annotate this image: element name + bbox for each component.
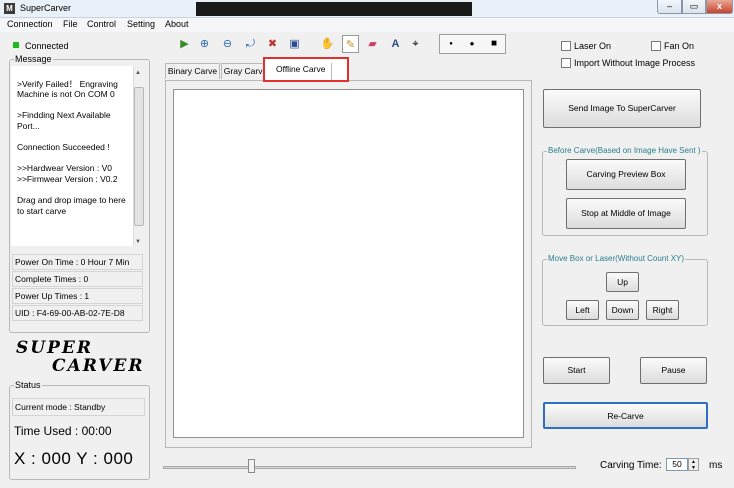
pencil-icon[interactable]: ✎ bbox=[342, 35, 359, 53]
power-up-times: Power Up Times : 1 bbox=[12, 288, 143, 304]
laser-on-label: Laser On bbox=[574, 41, 612, 51]
power-on-time: Power On Time : 0 Hour 7 Min bbox=[12, 254, 143, 270]
recarve-button[interactable]: Re-Carve bbox=[543, 402, 708, 429]
large-dot-icon[interactable]: ■ bbox=[483, 34, 505, 54]
message-line: Drag and drop image to here bbox=[17, 195, 126, 205]
move-right-button[interactable]: Right bbox=[646, 300, 679, 320]
laser-on-checkbox[interactable] bbox=[561, 41, 571, 51]
message-line: Connection Succeeded ! bbox=[17, 142, 110, 152]
supercarver-logo: SUPER CARVER bbox=[16, 339, 146, 379]
zoom-in-icon[interactable]: ⊕ bbox=[196, 35, 213, 53]
minimize-button[interactable]: – bbox=[657, 0, 682, 14]
xy-position: X : 000 Y : 000 bbox=[14, 449, 134, 468]
move-up-button[interactable]: Up bbox=[606, 272, 639, 292]
maximize-button[interactable]: ▭ bbox=[682, 0, 706, 14]
message-line: >>Hardwear Version : V0 bbox=[17, 163, 112, 173]
small-dot-icon[interactable]: ● bbox=[440, 34, 462, 54]
image-canvas[interactable] bbox=[173, 89, 524, 438]
message-line: >Findding Next Available bbox=[17, 110, 111, 120]
tab-divider bbox=[331, 63, 332, 80]
logo-line2: CARVER bbox=[52, 356, 145, 376]
carving-time-input[interactable]: 50 bbox=[666, 458, 688, 471]
zoom-out-icon[interactable]: ⊖ bbox=[219, 35, 236, 53]
menu-setting[interactable]: Setting bbox=[127, 19, 155, 29]
import-without-process-label: Import Without Image Process bbox=[574, 58, 696, 68]
pause-button[interactable]: Pause bbox=[640, 357, 707, 384]
connection-led bbox=[13, 42, 19, 48]
carving-slider-thumb[interactable] bbox=[248, 459, 255, 473]
window-title: SuperCarver bbox=[20, 3, 72, 13]
menu-about[interactable]: About bbox=[165, 19, 189, 29]
time-used: Time Used : 00:00 bbox=[14, 424, 112, 438]
menu-bar: Connection File Control Setting About bbox=[0, 18, 734, 32]
message-group-title: Message bbox=[14, 54, 53, 64]
menu-control[interactable]: Control bbox=[87, 19, 116, 29]
connection-status: Connected bbox=[25, 41, 69, 51]
tab-binary-carve[interactable]: Binary Carve bbox=[165, 63, 220, 79]
message-line: >Verify Failed！ Engraving bbox=[17, 79, 118, 89]
rotate-icon[interactable]: ⤾ bbox=[242, 35, 259, 53]
scroll-up-icon[interactable]: ▲ bbox=[135, 70, 141, 76]
move-left-button[interactable]: Left bbox=[566, 300, 599, 320]
logo-line1: SUPER bbox=[16, 338, 93, 358]
message-line: >>Firmwear Version : V0.2 bbox=[17, 174, 118, 184]
start-button[interactable]: Start bbox=[543, 357, 610, 384]
redacted-bar bbox=[196, 2, 472, 16]
carving-preview-button[interactable]: Carving Preview Box bbox=[566, 159, 686, 190]
menu-file[interactable]: File bbox=[63, 19, 78, 29]
move-group-title: Move Box or Laser(Without Count XY) bbox=[547, 254, 686, 263]
send-image-button[interactable]: Send Image To SuperCarver bbox=[543, 89, 701, 128]
hand-icon[interactable]: ✋ bbox=[319, 35, 336, 53]
carving-time-unit: ms bbox=[709, 460, 723, 471]
close-button[interactable]: x bbox=[706, 0, 733, 14]
save-icon[interactable]: ▣ bbox=[286, 35, 303, 53]
eraser-icon[interactable]: ▰ bbox=[364, 35, 381, 53]
text-icon[interactable]: A bbox=[387, 35, 404, 53]
stop-middle-button[interactable]: Stop at Middle of Image bbox=[566, 198, 686, 229]
before-carve-title: Before Carve(Based on Image Have Sent ) bbox=[547, 146, 702, 155]
import-without-process-checkbox[interactable] bbox=[561, 58, 571, 68]
message-line: Port... bbox=[17, 121, 40, 131]
menu-connection[interactable]: Connection bbox=[7, 19, 53, 29]
fan-on-checkbox[interactable] bbox=[651, 41, 661, 51]
open-icon[interactable]: ▶ bbox=[176, 35, 193, 53]
carving-time-label: Carving Time: bbox=[600, 460, 662, 471]
fan-on-label: Fan On bbox=[664, 41, 695, 51]
tab-offline-carve-label: Offline Carve bbox=[276, 64, 326, 74]
app-icon: M bbox=[4, 3, 15, 14]
crosshair-icon[interactable]: ⌖ bbox=[407, 35, 424, 53]
carving-time-spinner[interactable]: ▲ ▼ bbox=[688, 458, 699, 471]
carving-slider-track[interactable] bbox=[163, 466, 576, 469]
medium-dot-icon[interactable]: ● bbox=[461, 34, 483, 54]
delete-icon[interactable]: ✖ bbox=[264, 35, 281, 53]
message-line: to start carve bbox=[17, 206, 67, 216]
uid: UID : F4-69-00-AB-02-7E-D8 bbox=[12, 305, 143, 321]
scroll-down-icon[interactable]: ▼ bbox=[135, 239, 141, 245]
message-line: Machine is not On COM 0 bbox=[17, 89, 115, 99]
complete-times: Complete Times : 0 bbox=[12, 271, 143, 287]
current-mode: Current mode : Standby bbox=[12, 398, 145, 416]
move-down-button[interactable]: Down bbox=[606, 300, 639, 320]
status-group-title: Status bbox=[14, 380, 42, 390]
